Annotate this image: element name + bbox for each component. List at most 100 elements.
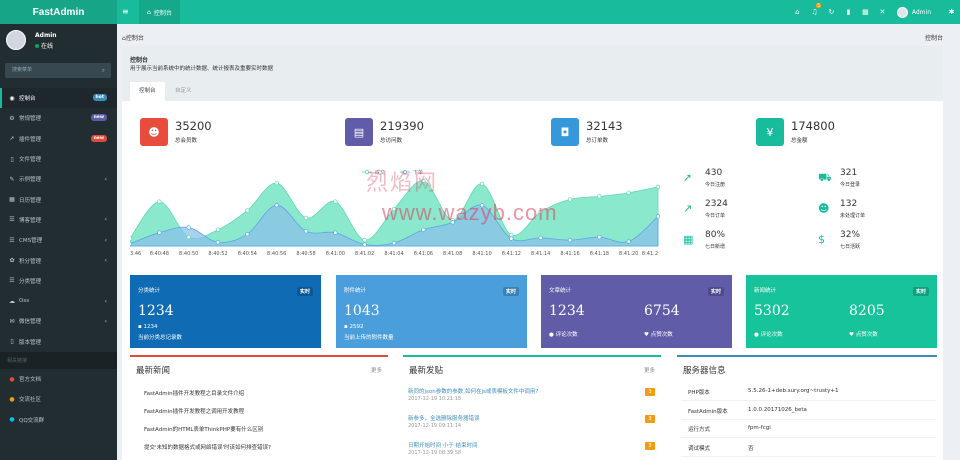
- language-icon[interactable]: ▦: [857, 8, 874, 16]
- data-point: [626, 190, 631, 195]
- avatar: [896, 6, 908, 18]
- sidebar-link-1[interactable]: ● 交流社区: [0, 389, 117, 409]
- calendar-icon: ▦: [683, 233, 694, 246]
- data-point: [130, 241, 133, 246]
- data-point: [245, 232, 250, 237]
- mini-stat-value: 430: [705, 168, 723, 178]
- heart-icon: ♥: [849, 332, 856, 338]
- stat-panel-title: 新闻统计: [754, 288, 777, 294]
- sidebar-item-label: 常规管理: [19, 116, 42, 123]
- sidebar-item-6[interactable]: ☰ 博客管理 ‹: [0, 210, 117, 230]
- post-title[interactable]: 日期开始时间 小于 结束时间: [408, 441, 478, 449]
- sidebar-item-5[interactable]: ▦ 日历管理: [0, 189, 117, 209]
- watermark-logo: 烈焰网: [366, 171, 439, 196]
- tab-dashboard[interactable]: ⌂ 控制台: [139, 0, 180, 24]
- stat-panel-desc: 当前上传的附件数量: [344, 335, 394, 341]
- news-item[interactable]: FastAdmin插件开发教程之目录文件介绍: [144, 389, 244, 397]
- data-point: [626, 239, 631, 244]
- stat-card: ☻ 35200 总会员数: [140, 117, 320, 147]
- comment-label: ● 评论次数: [754, 332, 783, 338]
- sidebar-item-0[interactable]: ◉ 控制台 hot: [0, 88, 117, 109]
- online-status: 在线: [35, 41, 53, 50]
- sidebar-toggle-icon[interactable]: ≡: [122, 7, 129, 16]
- blog-icon: ☰: [9, 216, 15, 224]
- data-point: [215, 240, 221, 245]
- posts-more-link[interactable]: 更多: [644, 366, 655, 374]
- news-item[interactable]: 提交'未知的数据格式或网络错误'时该如何排查错误?: [144, 443, 271, 451]
- app-logo[interactable]: FastAdmin: [0, 0, 117, 24]
- like-label: ♥ 点赞次数: [644, 332, 673, 338]
- topbar-actions: ⌂ ♫ 5 ↻ ▮ ▦ ✕ Admin ✱: [789, 0, 960, 24]
- tab-dashboard[interactable]: 控制台: [130, 82, 165, 101]
- news-item[interactable]: FastAdmin的HTML表单ThinkPHP要有什么区别: [144, 425, 263, 433]
- x-tick-label: 8:41:18: [590, 251, 609, 257]
- dashboard-icon: ◉: [9, 94, 15, 102]
- sidebar-link-2[interactable]: ● QQ交流群: [0, 409, 117, 429]
- chevron-left-icon: ‹: [104, 257, 107, 265]
- server-info-row: 调试模式 否: [681, 439, 936, 457]
- x-tick-label: 8:41:14: [531, 251, 550, 257]
- sidebar-item-9[interactable]: ☰ 分类管理: [0, 271, 117, 291]
- data-point: [333, 230, 338, 235]
- sidebar-link-0[interactable]: ● 官方文档: [0, 369, 117, 389]
- menu-badge: hot: [92, 94, 107, 101]
- comment-count: 5302: [754, 303, 790, 319]
- server-info-key: PHP版本: [688, 390, 710, 396]
- sidebar-item-12[interactable]: ▯ 版本管理: [0, 332, 117, 352]
- sidebar-item-2[interactable]: ➚ 插件管理 new: [0, 129, 117, 149]
- home-icon[interactable]: ⌂: [789, 8, 806, 16]
- chevron-left-icon: ‹: [104, 236, 107, 244]
- sidebar-link-label: QQ交流群: [19, 417, 45, 424]
- file-icon: ▯: [10, 155, 14, 163]
- status-badge: 实时: [707, 287, 724, 296]
- data-point: [362, 242, 367, 247]
- news-more-link[interactable]: 更多: [371, 366, 382, 374]
- gears-icon[interactable]: ✱: [943, 8, 960, 16]
- chevron-left-icon: ‹: [104, 175, 107, 183]
- status-badge: 实时: [296, 287, 313, 296]
- sidebar-item-4[interactable]: ✎ 示例管理 ‹: [0, 169, 117, 189]
- data-point: [215, 227, 221, 232]
- reply-count-badge: 3: [645, 388, 655, 396]
- status-badge: 实时: [502, 287, 519, 296]
- stat-value: 219390: [380, 119, 424, 133]
- tab-custom[interactable]: 自定义: [166, 82, 201, 101]
- search-input[interactable]: 搜索菜单 ⌕: [5, 63, 111, 78]
- stat-panel-sub: ▪ 2592: [344, 324, 364, 330]
- mini-stat-label: 今日注册: [705, 182, 726, 188]
- users-icon: ☻: [818, 202, 830, 215]
- sidebar-item-8[interactable]: ✿ 积分管理 ‹: [0, 250, 117, 270]
- data-point: [157, 199, 162, 204]
- sidebar-item-label: 文件管理: [19, 157, 42, 164]
- shopping-bag-icon: ◘: [551, 118, 579, 146]
- search-icon[interactable]: ⌕: [102, 63, 105, 78]
- x-tick-label: 3:46: [130, 251, 141, 257]
- fullscreen-icon[interactable]: ✕: [874, 8, 891, 16]
- x-tick-label: 8:40:50: [179, 251, 198, 257]
- stat-panel-sub: ▪ 1234: [138, 324, 158, 330]
- area-chart-icon: ↗: [683, 202, 693, 215]
- stat-card: ¥174800 总金额: [756, 117, 936, 147]
- server-info-row: 运行方式 fpm-fcgi: [681, 420, 936, 438]
- mini-stat: ⛟ 321 今日登录: [818, 167, 938, 193]
- sidebar-section-header: 相关链接: [0, 351, 117, 369]
- sidebar-item-3[interactable]: ▯ 文件管理: [0, 149, 117, 169]
- trash-icon[interactable]: ▮: [840, 8, 857, 16]
- post-title[interactable]: 新参多，全选删除服务器错误: [408, 414, 480, 422]
- sidebar-item-1[interactable]: ⚙ 常规管理 new: [0, 108, 117, 128]
- reply-count-badge: 3: [645, 442, 655, 450]
- sidebar-user-name: Admin: [35, 32, 57, 39]
- sidebar-item-11[interactable]: ✉ 微信管理 ‹: [0, 311, 117, 331]
- cloud-icon: ☁: [9, 297, 15, 305]
- mini-stat-value: 80%: [705, 230, 726, 240]
- sidebar-item-10[interactable]: ☁ Oss ‹: [0, 291, 117, 311]
- server-info-value: fpm-fcgi: [748, 425, 771, 431]
- user-menu[interactable]: Admin: [891, 6, 943, 18]
- stat-panel: 分类统计 实时 1234 ▪ 1234 当前分类总记录数: [130, 275, 321, 348]
- bell-icon[interactable]: ♫ 5: [806, 3, 823, 16]
- x-tick-label: 8:40:56: [267, 251, 286, 257]
- news-item[interactable]: FastAdmin插件开发教程之调用开发教程: [144, 407, 244, 415]
- refresh-icon[interactable]: ↻: [823, 8, 840, 16]
- sidebar-item-7[interactable]: ☰ CMS管理 ‹: [0, 230, 117, 250]
- post-title[interactable]: 新同的json参数的参数,如何在js或表模板文件中调用?: [408, 387, 538, 395]
